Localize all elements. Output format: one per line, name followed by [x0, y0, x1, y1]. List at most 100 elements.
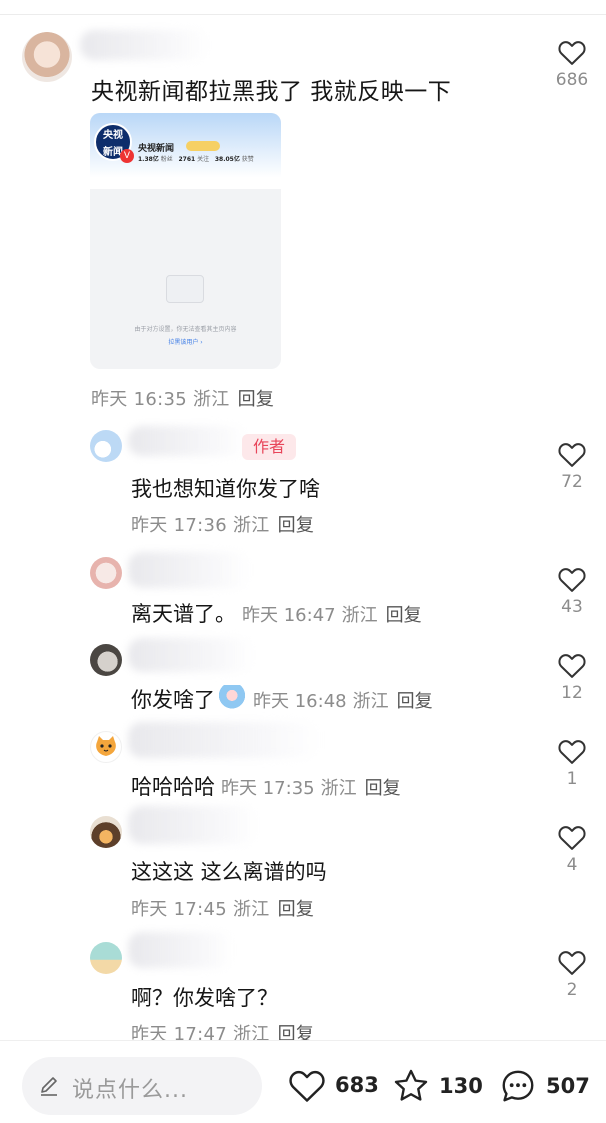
- cat-icon: [96, 736, 116, 756]
- embed-logo-line1: 央视: [103, 130, 123, 141]
- reply-username[interactable]: [128, 552, 250, 588]
- reply-like-count: 1: [566, 769, 578, 789]
- reply-date: 昨天 16:47: [242, 605, 336, 626]
- main-comment-username[interactable]: [80, 30, 210, 60]
- reply-text: 哈哈哈哈 昨天 17:35 浙江 回复: [131, 771, 401, 801]
- reply-avatar[interactable]: [90, 430, 122, 462]
- reply-text: 我也想知道你发了啥: [131, 477, 320, 501]
- favorite-count: 130: [439, 1074, 483, 1098]
- reply-meta: 昨天 16:48 浙江 回复: [253, 691, 433, 712]
- author-badge: 作者: [242, 434, 296, 460]
- reply-username[interactable]: [128, 932, 234, 968]
- reply-text: 这这这 这么离谱的吗: [131, 860, 327, 884]
- embed-account-name: 央视新闻: [138, 144, 175, 154]
- reply-meta: 昨天 17:35 浙江 回复: [221, 778, 401, 799]
- heart-icon[interactable]: [557, 737, 587, 765]
- reply-like[interactable]: 4: [552, 823, 592, 875]
- heart-icon[interactable]: [557, 948, 587, 976]
- comment-input-placeholder: 说点什么...: [72, 1078, 188, 1103]
- reply-like[interactable]: 43: [552, 565, 592, 617]
- heart-icon[interactable]: [557, 38, 587, 66]
- embed-stat2-value: 2761: [178, 156, 196, 163]
- reply-like-count: 4: [566, 855, 578, 875]
- reply-button[interactable]: 回复: [386, 605, 422, 626]
- reply-like-count: 43: [561, 597, 583, 617]
- reply-like[interactable]: 72: [552, 440, 592, 492]
- favorite-button[interactable]: 130: [391, 1067, 483, 1105]
- reply-region: 浙江: [341, 605, 378, 626]
- reply-username[interactable]: [128, 806, 258, 844]
- reply-date: 昨天 16:48: [253, 691, 347, 712]
- reply-button[interactable]: 回复: [278, 515, 315, 536]
- reply-text: 啊？你发啥了？: [131, 986, 278, 1010]
- main-comment-like[interactable]: 686: [552, 38, 592, 90]
- pen-icon: [41, 1077, 57, 1096]
- reply-date: 昨天 17:45: [131, 899, 227, 920]
- emoji-icon: [217, 685, 247, 711]
- comment-bubble-icon: [502, 1070, 534, 1102]
- reply-like-count: 2: [566, 980, 578, 1000]
- reply-username[interactable]: [128, 722, 320, 758]
- reply-meta: 昨天 16:47 浙江 回复: [242, 605, 422, 626]
- reply-like-count: 72: [561, 472, 583, 492]
- reply-button[interactable]: 回复: [365, 778, 401, 799]
- embed-blocked-note: 由于对方设置，你无法查看其主页内容: [134, 326, 237, 333]
- heart-icon[interactable]: [557, 565, 587, 593]
- reply-text: 离天谱了。 昨天 16:47 浙江 回复: [131, 598, 422, 628]
- reply-meta: 昨天 17:45 浙江 回复: [131, 895, 314, 921]
- reply-button[interactable]: 回复: [278, 899, 315, 920]
- embed-vip-badge: [186, 141, 220, 151]
- star-icon: [394, 1069, 428, 1101]
- reply-region: 浙江: [320, 778, 357, 799]
- reply-like[interactable]: 2: [552, 948, 592, 1000]
- comment-button[interactable]: 507: [498, 1067, 590, 1105]
- main-comment-text: 央视新闻都拉黑我了 我就反映一下: [91, 79, 452, 105]
- embed-stat3-value: 38.05亿: [214, 156, 240, 163]
- reply-region: 浙江: [233, 899, 270, 920]
- reply-avatar[interactable]: [90, 644, 122, 676]
- embed-account-logo: 央视 新闻 V: [94, 123, 134, 163]
- main-comment-region: 浙江: [193, 389, 230, 410]
- reply-username[interactable]: [128, 426, 248, 456]
- reply-avatar[interactable]: [90, 942, 122, 974]
- heart-icon[interactable]: [557, 823, 587, 851]
- reply-like[interactable]: 1: [552, 737, 592, 789]
- main-comment-avatar[interactable]: [22, 32, 72, 82]
- reply-button[interactable]: 回复: [397, 691, 433, 712]
- reply-username[interactable]: [128, 638, 254, 672]
- embed-stat3-label: 获赞: [241, 156, 254, 163]
- heart-icon: [289, 1070, 325, 1102]
- top-divider: [0, 14, 606, 15]
- embed-stat2-label: 关注: [197, 156, 210, 163]
- embed-stats: 1.38亿 粉丝 2761 关注 38.05亿 获赞: [138, 154, 254, 163]
- reply-like[interactable]: 12: [552, 651, 592, 703]
- embed-stat1-value: 1.38亿: [138, 156, 159, 163]
- reply-avatar[interactable]: [90, 731, 122, 763]
- embed-empty-state-icon: [166, 275, 204, 303]
- like-count: 683: [335, 1073, 379, 1097]
- reply-avatar[interactable]: [90, 816, 122, 848]
- main-comment-date: 昨天 16:35: [91, 389, 187, 410]
- reply-text-body: 哈哈哈哈: [131, 775, 215, 799]
- like-button[interactable]: 683: [287, 1067, 379, 1103]
- embed-stat1-label: 粉丝: [160, 156, 173, 163]
- reply-date: 昨天 17:36: [131, 515, 227, 536]
- verified-badge-icon: V: [120, 149, 134, 163]
- reply-text-body: 离天谱了。: [131, 602, 236, 626]
- embedded-screenshot[interactable]: 央视 新闻 V 央视新闻 1.38亿 粉丝 2761 关注 38.05亿 获赞 …: [90, 113, 281, 369]
- reply-text: 你发啥了 昨天 16:48 浙江 回复: [131, 684, 433, 714]
- bottom-action-bar: 说点什么... 683 130 507: [0, 1040, 606, 1123]
- comment-input[interactable]: 说点什么...: [22, 1057, 262, 1115]
- reply-region: 浙江: [233, 515, 270, 536]
- reply-date: 昨天 17:35: [221, 778, 315, 799]
- embed-block-link: 拉黑该用户 ›: [168, 339, 203, 346]
- reply-region: 浙江: [352, 691, 389, 712]
- main-comment-reply-button[interactable]: 回复: [238, 389, 275, 410]
- main-comment-like-count: 686: [555, 70, 589, 90]
- reply-text-body: 你发啥了: [131, 688, 215, 712]
- reply-like-count: 12: [561, 683, 583, 703]
- heart-icon[interactable]: [557, 440, 587, 468]
- heart-icon[interactable]: [557, 651, 587, 679]
- reply-avatar[interactable]: [90, 557, 122, 589]
- main-comment-meta: 昨天 16:35 浙江 回复: [91, 385, 274, 411]
